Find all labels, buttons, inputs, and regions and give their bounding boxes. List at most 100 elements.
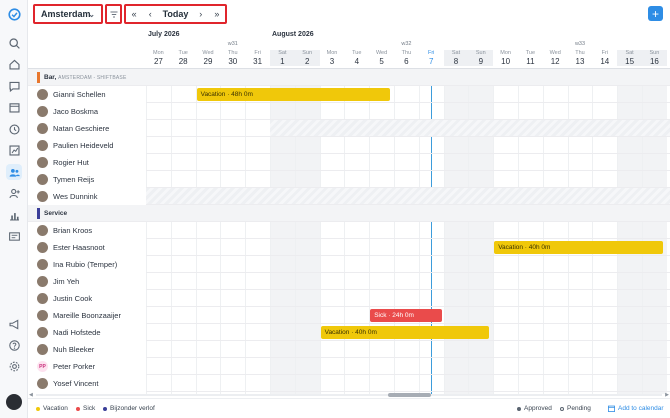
day-name: Wed <box>549 50 561 56</box>
employee-cell[interactable]: Rogier Hut <box>28 154 146 171</box>
day-header: Tue 4 <box>344 50 369 66</box>
today-button[interactable]: Today <box>158 6 192 22</box>
sick-dot <box>76 406 80 411</box>
avatar[interactable] <box>6 394 22 410</box>
employee-row[interactable]: Mareille Boonzaaijer Sick · 24h 0m <box>28 307 670 324</box>
scroll-thumb[interactable] <box>388 393 431 397</box>
employee-row[interactable]: Rogier Hut <box>28 154 670 171</box>
employee-row[interactable]: Jim Yeh <box>28 273 670 290</box>
vacation-absence-bar[interactable]: Vacation · 48h 0m <box>196 88 391 101</box>
employee-row[interactable]: PP Peter Porker <box>28 358 670 375</box>
day-number: 11 <box>526 57 535 66</box>
employee-cell[interactable]: Wes Dunnink <box>28 188 146 205</box>
employee-name: Brian Kroos <box>53 226 93 235</box>
month-label: July 2026 <box>148 31 180 38</box>
add-to-calendar-label: Add to calendar <box>618 405 664 412</box>
employee-cell[interactable]: Nadi Hofstede <box>28 324 146 341</box>
clock-icon[interactable] <box>6 121 22 137</box>
location-label: Amsterdam <box>41 9 91 19</box>
search-icon[interactable] <box>6 35 22 51</box>
employee-cell[interactable]: Jaco Boskma <box>28 103 146 120</box>
nav-prev-button[interactable]: ‹ <box>142 6 158 22</box>
day-header: Fri 31 <box>245 50 270 66</box>
week-label: w32 <box>401 41 412 47</box>
add-button[interactable]: + <box>648 6 663 21</box>
employee-row[interactable]: Ester Haasnoot Vacation · 40h 0m <box>28 239 670 256</box>
day-name: Sun <box>302 50 313 56</box>
employee-row[interactable]: Jaco Boskma <box>28 103 670 120</box>
calendar-icon[interactable] <box>6 99 22 115</box>
employee-cell[interactable]: Ester Haasnoot <box>28 239 146 256</box>
employee-row[interactable]: Natan Geschiere <box>28 120 670 137</box>
nav-next-button[interactable]: › <box>193 6 209 22</box>
group-header[interactable]: Service <box>28 205 670 222</box>
employee-row[interactable]: Yosef Vincent <box>28 375 670 392</box>
vacation-absence-bar[interactable]: Vacation · 40h 0m <box>494 241 663 254</box>
group-color-bar <box>37 208 40 219</box>
employee-cell[interactable]: Tymen Reijs <box>28 171 146 188</box>
employee-cell[interactable]: Brian Kroos <box>28 222 146 239</box>
employee-cell[interactable]: Gianni Schellen <box>28 86 146 103</box>
employee-name: Jim Yeh <box>53 277 80 286</box>
employee-row[interactable]: Brian Kroos <box>28 222 670 239</box>
day-name: Wed <box>375 50 388 56</box>
group-header[interactable]: Bar, AMSTERDAM - SHIFTBASE <box>28 69 670 86</box>
megaphone-icon[interactable] <box>6 316 22 332</box>
employee-row[interactable]: Wes Dunnink <box>28 188 670 205</box>
employee-name: Jaco Boskma <box>53 107 99 116</box>
bar-chart-icon[interactable] <box>6 207 22 223</box>
day-number: 8 <box>453 57 459 66</box>
day-name: Sat <box>278 50 287 56</box>
avatar: PP <box>37 361 48 372</box>
employee-cell[interactable]: Paulien Heideveld <box>28 137 146 154</box>
add-to-calendar-link[interactable]: Add to calendar <box>608 405 664 412</box>
avatar <box>37 123 48 134</box>
user-add-icon[interactable] <box>6 185 22 201</box>
day-name: Thu <box>575 50 585 56</box>
chart-icon[interactable] <box>6 142 22 158</box>
day-number: 2 <box>304 57 310 66</box>
chat-icon[interactable] <box>6 78 22 94</box>
group-name: Service <box>44 210 68 217</box>
logo-icon[interactable] <box>6 6 22 22</box>
employee-name: Paulien Heideveld <box>53 141 114 150</box>
location-dropdown[interactable]: Amsterdam ⌄ <box>33 4 103 24</box>
sick-absence-bar[interactable]: Sick · 24h 0m <box>370 309 443 322</box>
employee-cell[interactable]: Justin Cook <box>28 290 146 307</box>
filter-button[interactable] <box>105 4 122 24</box>
employee-cell[interactable]: PP Peter Porker <box>28 358 146 375</box>
avatar <box>37 259 48 270</box>
employee-cell[interactable]: Nuh Bleeker <box>28 341 146 358</box>
nav-last-button[interactable]: » <box>209 6 225 22</box>
employee-row[interactable]: Tymen Reijs <box>28 171 670 188</box>
employee-cell[interactable]: Natan Geschiere <box>28 120 146 137</box>
employee-row[interactable]: Ina Rubio (Temper) <box>28 256 670 273</box>
id-card-icon[interactable] <box>6 228 22 244</box>
nav-first-button[interactable]: « <box>126 6 142 22</box>
day-header: Thu 13 <box>568 50 593 66</box>
day-number: 7 <box>428 57 434 66</box>
day-number: 28 <box>178 57 188 66</box>
team-icon[interactable] <box>6 164 22 180</box>
employee-cell[interactable]: Yosef Vincent <box>28 375 146 392</box>
home-icon[interactable] <box>6 56 22 72</box>
employee-cell[interactable]: Ina Rubio (Temper) <box>28 256 146 273</box>
employee-name: Gianni Schellen <box>53 90 106 99</box>
vacation-absence-bar[interactable]: Vacation · 40h 0m <box>320 326 490 339</box>
day-name: Tue <box>352 50 362 56</box>
employee-name: Wes Dunnink <box>53 192 98 201</box>
help-icon[interactable] <box>6 337 22 353</box>
employee-row[interactable]: Paulien Heideveld <box>28 137 670 154</box>
employee-row[interactable]: Nuh Bleeker <box>28 341 670 358</box>
settings-icon[interactable] <box>6 358 22 374</box>
employee-cell[interactable]: Jim Yeh <box>28 273 146 290</box>
employee-row[interactable]: Justin Cook <box>28 290 670 307</box>
scroll-track <box>36 394 662 396</box>
avatar <box>37 140 48 151</box>
avatar <box>37 276 48 287</box>
employee-row[interactable]: Gianni Schellen Vacation · 48h 0m <box>28 86 670 103</box>
day-header: Wed 12 <box>543 50 568 66</box>
employee-cell[interactable]: Mareille Boonzaaijer <box>28 307 146 324</box>
day-name: Sun <box>649 50 660 56</box>
employee-row[interactable]: Nadi Hofstede Vacation · 40h 0m <box>28 324 670 341</box>
